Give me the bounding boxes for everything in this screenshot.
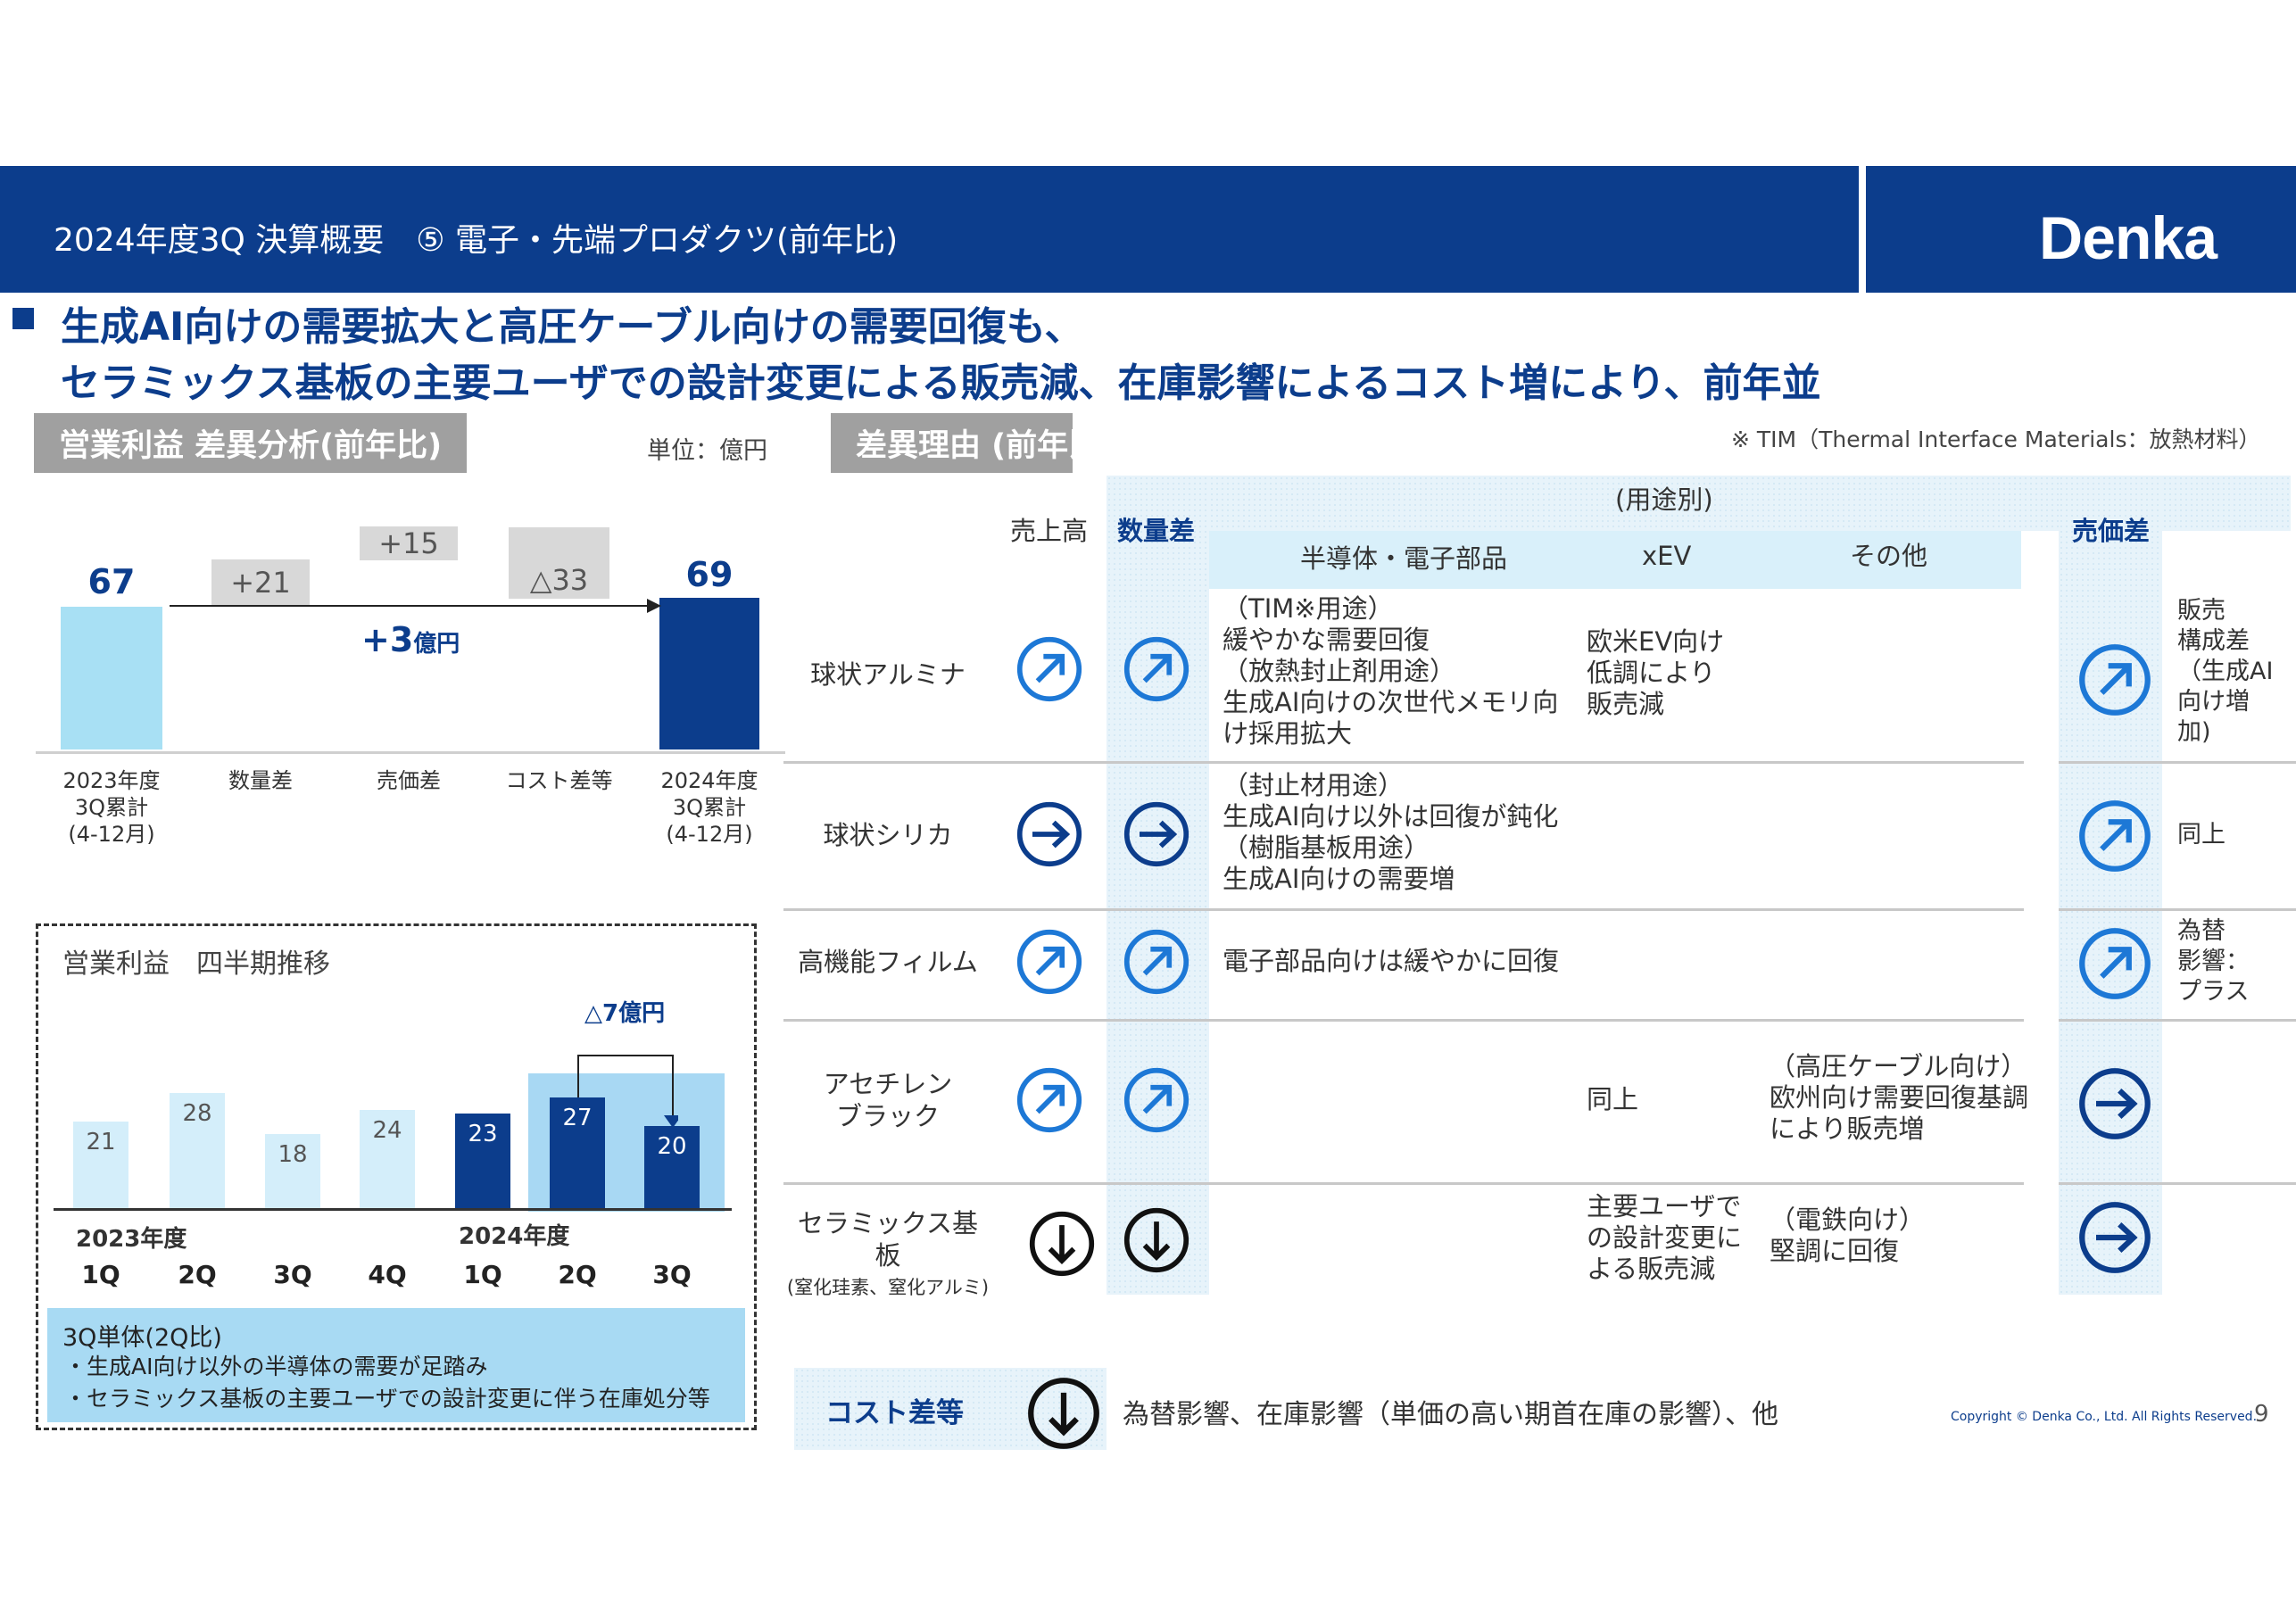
delta-price: +15 [360,526,458,560]
arrow-up-right-icon [2079,644,2151,716]
square-bullet-icon [12,308,34,329]
quarter-x-label: 3Q [273,1260,312,1289]
col-header-volume: 数量差 [1117,516,1196,546]
row-divider [783,761,2024,764]
col-header-xev: xEV [1642,541,1692,571]
reason-semi: （TIM※用途） 緩やかな需要回復 （放熱封止剤用途） 生成AI向けの次世代メモ… [1223,593,1559,749]
arrow-right-icon [2079,1068,2151,1139]
col-header-other: その他 [1850,541,1928,571]
row-name-film: 高機能フィルム [798,947,978,977]
bar-2024-total [659,598,759,749]
headline-line-2: セラミックス基板の主要ユーザでの設計変更による販売減、在庫影響によるコスト増によ… [61,360,1821,406]
row-divider [783,1182,2024,1185]
tim-note: ※ TIM（Thermal Interface Materials：放熱材料） [1731,426,2261,452]
arrow-down-icon [1123,1207,1189,1273]
note-title: 3Q単体(2Q比) [62,1324,222,1352]
cost-reason: 為替影響、在庫影響（単価の高い期首在庫の影響）、他 [1123,1399,1778,1430]
arrow-up-right-icon [2079,800,2151,872]
row-name-ceramic: セラミックス基板 (窒化珪素、窒化アルミ) [786,1208,990,1298]
col-header-price: 売価差 [2072,516,2151,546]
quarterly-title: 営業利益 四半期推移 [62,948,330,980]
waterfall-axis [36,751,785,754]
row-divider [783,908,2024,911]
quarter-x-label: 2Q [558,1260,597,1289]
arrow-up-right-icon [2079,928,2151,999]
quarter-value-label: 21 [86,1129,116,1156]
price-note: 販売 構成差 （生成AI 向け増 加) [2177,597,2274,746]
category-2023: 2023年度 3Q累計 (4-12月) [62,768,161,847]
reason-other: （高圧ケーブル向け） 欧州向け需要回復基調 により販売増 [1770,1051,2029,1144]
arrow-up-right-icon [1123,636,1189,702]
note-line-2: ・セラミックス基板の主要ユーザでの設計変更に伴う在庫処分等 [64,1386,710,1412]
quarter-value-label: 28 [182,1100,212,1128]
category-price: 売価差 [377,768,441,793]
arrow-right-icon [1016,801,1082,867]
unit-label: 単位：億円 [647,437,767,465]
denka-logo: Denka [2039,204,2217,272]
col-header-sales: 売上高 [1010,516,1089,546]
arrow-up-right-icon [1123,1067,1189,1133]
reason-xev: 欧米EV向け 低調により 販売減 [1587,626,1725,719]
price-note: 同上 [2177,821,2226,849]
arrow-right-icon [1123,801,1189,867]
bar-2023-total [61,607,162,749]
quarterly-axis [54,1208,732,1211]
quarter-x-label: 2Q [178,1260,217,1289]
category-2024: 2024年度 3Q累計 (4-12月) [660,768,758,847]
quarter-x-label: 4Q [368,1260,407,1289]
quarter-value-label: 27 [562,1104,593,1131]
price-column-bg [2059,476,2162,1295]
reason-xev: 主要ユーザで の設計変更に よる販売減 [1587,1191,1743,1284]
row-divider [783,1019,2024,1022]
volume-column-bg [1107,476,1209,1295]
row-divider [2059,1182,2296,1185]
reason-xev: 同上 [1587,1084,1639,1114]
quarter-value-label: 23 [468,1121,498,1148]
delta-cost: △33 [509,527,609,599]
row-divider [2059,908,2296,911]
quarter-value-label: 20 [657,1133,687,1160]
row-name-alumina: 球状アルミナ [810,659,966,690]
arrow-down-icon [1028,1378,1099,1449]
price-note: 為替 影響： プラス [2177,917,2250,1006]
header-divider [1859,166,1866,293]
year-label-2023: 2023年度 [76,1226,187,1253]
col-header-semi: 半導体・電子部品 [1300,543,1508,574]
arrow-up-right-icon [1016,929,1082,995]
arrow-up-right-icon [1123,929,1189,995]
change-arrow-icon [170,599,661,613]
copyright: Copyright © Denka Co., Ltd. All Rights R… [1951,1410,2258,1424]
row-divider [2059,1019,2296,1022]
col-header-usage: (用途別) [1615,484,1713,515]
total-change-label: +3億円 [361,620,460,659]
row-divider [2059,761,2296,764]
category-volume: 数量差 [228,768,293,793]
reason-semi: 電子部品向けは緩やかに回復 [1223,946,1560,976]
note-line-1: ・生成AI向け以外の半導体の需要が足踏み [64,1354,488,1379]
bar-label-2023: 67 [87,562,136,601]
arrow-down-icon [1029,1211,1095,1277]
row-name-silica: 球状シリカ [823,820,953,850]
arrow-right-icon [2079,1202,2151,1273]
cost-label: コスト差等 [825,1397,964,1429]
page-title: 2024年度3Q 決算概要 ⑤ 電子・先端プロダクツ(前年比) [54,222,899,259]
quarter-x-label: 3Q [652,1260,692,1289]
year-label-2024: 2024年度 [459,1223,570,1250]
reason-semi: （封止材用途） 生成AI向け以外は回復が鈍化 （樹脂基板用途） 生成AI向けの需… [1223,770,1559,894]
arrow-up-right-icon [1016,636,1082,702]
page-number: 9 [2254,1401,2269,1428]
reason-other: （電鉄向け） 堅調に回復 [1770,1205,1926,1266]
profit-analysis-label: 営業利益 差異分析(前年比) [34,413,468,473]
bar-label-2024: 69 [685,555,734,594]
category-cost: コスト差等 [505,768,613,793]
arrow-up-right-icon [1016,1067,1082,1133]
quarter-x-label: 1Q [463,1260,502,1289]
quarter-value-label: 18 [278,1141,308,1169]
headline-line-1: 生成AI向けの需要拡大と高圧ケーブル向けの需要回復も、 [61,304,1084,350]
quarter-change-label: △7億円 [584,1000,666,1027]
quarter-x-label: 1Q [81,1260,120,1289]
row-name-acetylene: アセチレン ブラック [823,1069,953,1131]
quarter-value-label: 24 [372,1116,402,1144]
reasons-label: 差異理由 (前年比) [831,413,1114,473]
